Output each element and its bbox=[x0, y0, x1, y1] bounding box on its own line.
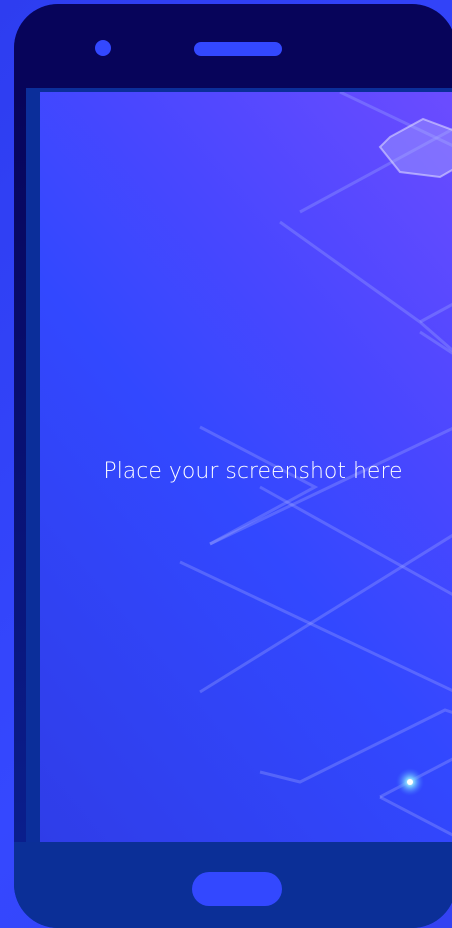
home-button-icon[interactable] bbox=[192, 872, 282, 906]
hexagon-shape bbox=[378, 117, 452, 179]
phone-frame: Place your screenshot here bbox=[14, 4, 452, 928]
earpiece-speaker-icon bbox=[194, 42, 282, 56]
left-bezel bbox=[14, 88, 26, 842]
screenshot-placeholder-text: Place your screenshot here bbox=[103, 459, 403, 484]
front-camera-icon bbox=[95, 40, 111, 56]
mockup-stage: Place your screenshot here bbox=[0, 0, 452, 928]
phone-screen: Place your screenshot here bbox=[40, 92, 452, 847]
sparkle-icon bbox=[396, 768, 424, 796]
